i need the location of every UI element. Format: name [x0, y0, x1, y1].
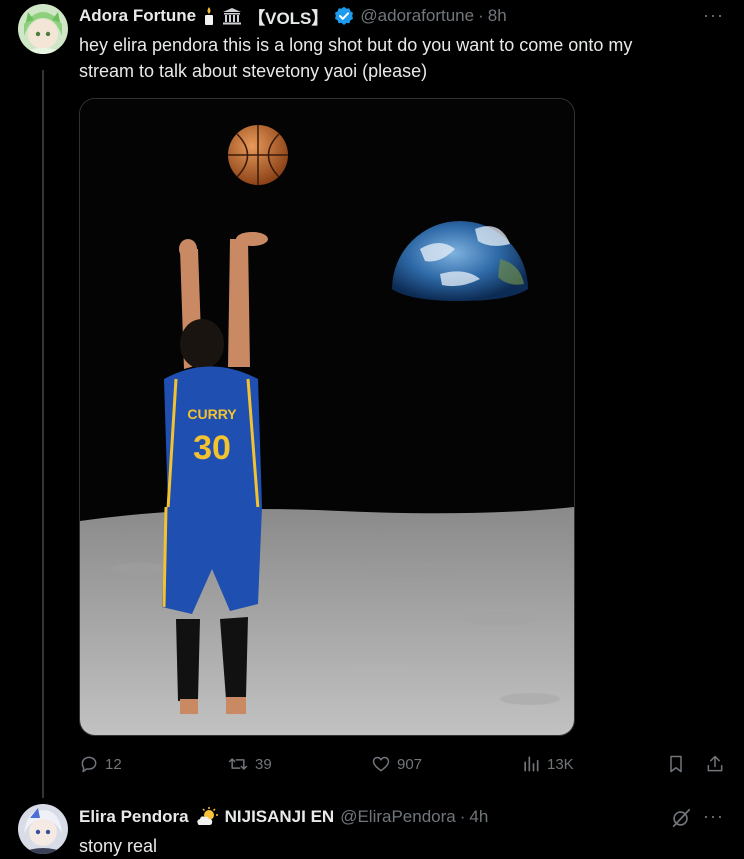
retweet-icon — [228, 758, 248, 770]
verified-badge-icon[interactable] — [334, 6, 354, 26]
display-name[interactable]: Elira Pendora — [79, 807, 189, 827]
retweet-button[interactable]: 39 — [227, 754, 272, 774]
basketball-graphic — [228, 125, 288, 185]
tweet-text-line: stream to talk about stevetony yaoi (ple… — [79, 61, 428, 81]
avatar[interactable] — [18, 804, 68, 854]
separator-dot: · — [459, 807, 466, 826]
tweet-media-image[interactable]: CURRY 30 — [79, 98, 575, 736]
candle-emoji-icon — [202, 6, 216, 26]
classical-building-emoji-icon — [222, 7, 242, 25]
reply-button[interactable]: 12 — [79, 754, 122, 774]
sun-behind-cloud-emoji-icon — [195, 807, 219, 827]
tweet-adora[interactable]: Adora Fortune 【VOLS】 @adorafortune · 8h … — [0, 0, 744, 800]
like-count: 907 — [397, 755, 423, 773]
tweet-header: Adora Fortune 【VOLS】 @adorafortune · 8h — [79, 4, 507, 28]
share-button[interactable] — [705, 753, 725, 775]
tweet-header: Elira Pendora NIJISANJI EN @EliraPendora… — [79, 805, 488, 829]
tweet-text: stony real — [79, 836, 158, 856]
tweet-text: hey elira pendora this is a long shot bu… — [79, 32, 699, 84]
handle[interactable]: @adorafortune — [360, 6, 474, 26]
timestamp[interactable]: 8h — [488, 6, 507, 26]
more-options-icon[interactable]: ··· — [703, 5, 724, 26]
grok-button[interactable] — [670, 807, 692, 829]
avatar[interactable] — [18, 4, 68, 54]
heart-icon — [372, 756, 390, 772]
handle[interactable]: @EliraPendora — [340, 807, 456, 827]
reply-count: 12 — [105, 755, 122, 773]
bookmark-icon — [670, 755, 682, 773]
views-count: 13K — [547, 755, 574, 773]
tweet-text-line: hey elira pendora this is a long shot bu… — [79, 35, 633, 55]
tweet-elira[interactable]: Elira Pendora NIJISANJI EN @EliraPendora… — [0, 800, 744, 857]
share-icon — [707, 755, 723, 772]
jersey-name: CURRY — [187, 406, 237, 422]
like-button[interactable]: 907 — [371, 754, 422, 774]
reply-icon — [81, 756, 97, 773]
grok-icon — [672, 808, 691, 828]
views-chart-icon — [524, 756, 539, 772]
timestamp[interactable]: 4h — [469, 807, 488, 827]
display-name-tag[interactable]: 【VOLS】 — [248, 4, 328, 29]
separator-dot: · — [478, 6, 484, 25]
bookmark-button[interactable] — [666, 753, 686, 775]
retweet-count: 39 — [255, 755, 272, 773]
moon-surface-graphic — [80, 507, 574, 735]
display-name[interactable]: Adora Fortune — [79, 6, 196, 26]
more-options-icon[interactable]: ··· — [703, 806, 724, 827]
tweet-actions: 12 39 907 13K — [79, 752, 729, 778]
views-button[interactable]: 13K — [521, 754, 574, 774]
jersey-number: 30 — [193, 429, 231, 467]
display-name-tag[interactable]: NIJISANJI EN — [225, 807, 335, 827]
